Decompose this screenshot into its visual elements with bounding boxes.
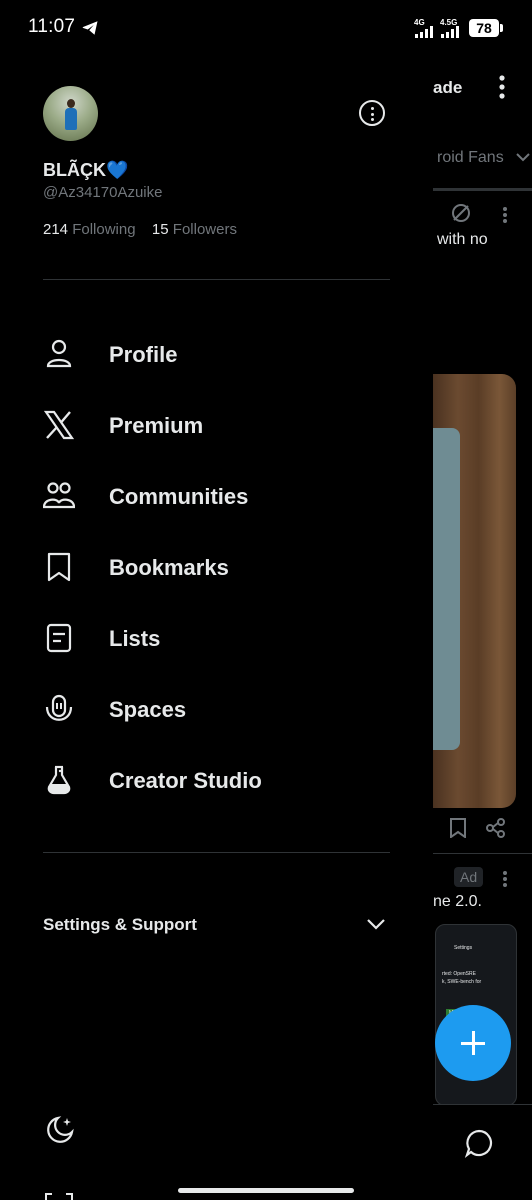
menu-item-label: Lists: [109, 626, 161, 651]
navigation-drawer: BLÃÇK💙 @Az34170Azuike 214 Following 15 F…: [0, 0, 433, 1200]
spaces-icon: [45, 694, 73, 721]
qr-code-icon[interactable]: [44, 1192, 74, 1200]
compose-button[interactable]: [435, 1005, 511, 1081]
menu-item-label: Profile: [109, 342, 178, 367]
signal-45g-icon: 4.5G: [440, 18, 464, 38]
post-divider: [433, 853, 532, 854]
avatar[interactable]: [43, 86, 98, 141]
bookmark-icon: [47, 552, 71, 582]
bottom-nav-bar: [433, 1104, 532, 1200]
post-image-device: [433, 428, 460, 750]
person-icon: [46, 339, 72, 368]
post-more-icon[interactable]: [502, 206, 508, 224]
following-label: Following: [72, 221, 136, 238]
tab-underline: [433, 188, 532, 191]
menu-item-creator-studio[interactable]: Creator Studio: [43, 752, 403, 808]
timeline-post-text: with no: [437, 231, 488, 248]
settings-support-toggle[interactable]: Settings & Support: [43, 905, 390, 947]
list-icon: [46, 623, 72, 653]
battery-indicator: 78: [469, 19, 499, 37]
account-options-button[interactable]: [359, 100, 385, 126]
following-link[interactable]: 214 Following: [43, 221, 140, 238]
ad-text: ne 2.0.: [433, 893, 482, 910]
divider-bottom: [43, 852, 390, 853]
ad-card-line: Settings: [454, 945, 473, 951]
ad-more-icon[interactable]: [502, 870, 508, 888]
messages-icon[interactable]: [464, 1128, 494, 1158]
menu-item-label: Spaces: [109, 697, 187, 722]
menu-item-label: Bookmarks: [109, 555, 229, 580]
avatar-figure-head: [67, 99, 75, 108]
background-timeline: ade roid Fans with no Ad ne 2.0. Setting…: [433, 0, 532, 1200]
follow-stats: 214 Following 15 Followers: [43, 221, 237, 238]
theme-toggle-moon-icon[interactable]: [45, 1115, 75, 1145]
tab-chevron-icon: [516, 153, 530, 162]
timeline-header-text: ade: [433, 78, 463, 97]
status-time: 11:07: [28, 16, 76, 37]
bookmark-action-icon[interactable]: [449, 818, 467, 838]
menu-item-spaces[interactable]: Spaces: [43, 681, 403, 737]
home-indicator[interactable]: [178, 1188, 354, 1193]
grok-icon[interactable]: [450, 202, 472, 224]
avatar-figure-body: [65, 108, 77, 130]
divider-top: [43, 279, 390, 280]
ad-card-line: k, SWE-bench for: [442, 979, 482, 985]
menu-item-lists[interactable]: Lists: [43, 610, 403, 666]
followers-label: Followers: [172, 221, 237, 238]
settings-support-label: Settings & Support: [43, 915, 197, 934]
menu-item-premium[interactable]: Premium: [43, 397, 403, 453]
menu-item-label: Creator Studio: [109, 768, 262, 793]
menu-item-profile[interactable]: Profile: [43, 326, 403, 382]
menu-item-bookmarks[interactable]: Bookmarks: [43, 539, 403, 595]
ad-card-line: rted: OpenSRE: [442, 971, 476, 977]
share-icon[interactable]: [486, 818, 506, 838]
following-count: 214: [43, 221, 69, 238]
timeline-tab-text[interactable]: roid Fans: [437, 149, 504, 167]
flask-icon: [47, 765, 71, 795]
followers-link[interactable]: 15 Followers: [152, 221, 237, 238]
menu-item-communities[interactable]: Communities: [43, 468, 403, 524]
communities-icon: [43, 482, 75, 509]
battery-cap: [500, 24, 503, 32]
status-bar: 11:07 4G 4.5G 78: [0, 0, 532, 56]
followers-count: 15: [151, 221, 169, 238]
menu-item-label: Communities: [109, 484, 249, 509]
ad-badge: Ad: [454, 867, 484, 887]
signal-4g-icon: 4G: [414, 18, 434, 38]
telegram-icon: [82, 21, 98, 35]
user-handle: @Az34170Azuike: [43, 184, 163, 201]
x-logo-icon: [43, 410, 75, 440]
chevron-down-icon: [367, 919, 385, 930]
menu-item-label: Premium: [109, 413, 204, 438]
display-name[interactable]: BLÃÇK💙: [43, 160, 128, 181]
timeline-more-icon[interactable]: [498, 74, 506, 100]
